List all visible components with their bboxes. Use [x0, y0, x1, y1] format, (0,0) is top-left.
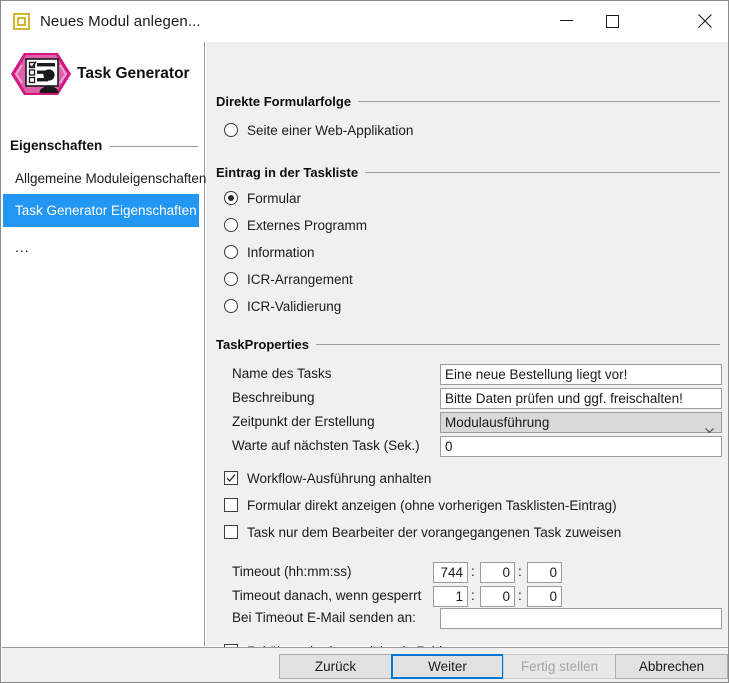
timeout-row: Timeout (hh:mm:ss) : :: [224, 562, 716, 583]
timeout-label: Timeout (hh:mm:ss): [232, 564, 352, 579]
field-row-name-des-tasks: Name des Tasks: [224, 364, 716, 385]
radio-externes-programm[interactable]: Externes Programm: [224, 215, 367, 235]
checkbox-icon-checked: [224, 471, 238, 485]
radio-icr-validierung[interactable]: ICR-Validierung: [224, 296, 341, 316]
timeout-separator: :: [471, 564, 475, 579]
group-taskproperties-header: TaskProperties: [216, 335, 720, 353]
group-eintrag-in-der-taskliste-header: Eintrag in der Taskliste: [216, 163, 720, 181]
cancel-button[interactable]: Abbrechen: [615, 654, 728, 679]
checkbox-label: Formular direkt anzeigen (ohne vorherige…: [247, 498, 617, 513]
field-row-beschreibung: Beschreibung: [224, 388, 716, 409]
radio-icon: [224, 299, 238, 313]
sidebar-item-more[interactable]: ...: [3, 230, 199, 263]
sidebar-item-allgemeine-moduleigenschaften[interactable]: Allgemeine Moduleigenschaften: [3, 162, 199, 195]
timeout-hours-input[interactable]: [433, 562, 468, 583]
field-row-warte-auf-naechsten-task: Warte auf nächsten Task (Sek.): [224, 436, 716, 457]
sidebar-item-label: Allgemeine Moduleigenschaften: [15, 171, 206, 186]
brand: Task Generator: [10, 49, 190, 99]
field-row-timeout-email: Bei Timeout E-Mail senden an:: [224, 608, 716, 629]
timeout-locked-hours-input[interactable]: [433, 586, 468, 607]
sidebar-section-heading: Eigenschaften: [10, 135, 198, 155]
sidebar-item-label: Task Generator Eigenschaften: [15, 203, 197, 218]
radio-label: Formular: [247, 191, 301, 206]
beschreibung-input[interactable]: [440, 388, 722, 409]
close-button[interactable]: [681, 1, 728, 41]
radio-seite-einer-web-applikation[interactable]: Seite einer Web-Applikation: [224, 120, 413, 140]
timeout-seconds-input[interactable]: [527, 562, 562, 583]
finish-button: Fertig stellen: [503, 654, 616, 679]
checkbox-workflow-ausfuehrung-anhalten[interactable]: Workflow-Ausführung anhalten: [224, 468, 431, 488]
next-button[interactable]: Weiter: [391, 654, 504, 679]
group-title: TaskProperties: [216, 337, 309, 352]
group-rule: [365, 172, 720, 173]
radio-icon: [224, 245, 238, 259]
field-label: Zeitpunkt der Erstellung: [232, 414, 375, 429]
button-label: Abbrechen: [639, 659, 704, 674]
sidebar-item-task-generator-eigenschaften[interactable]: Task Generator Eigenschaften: [3, 194, 199, 227]
radio-label: Externes Programm: [247, 218, 367, 233]
timeout-email-input[interactable]: [440, 608, 722, 629]
radio-icon: [224, 123, 238, 137]
button-label: Fertig stellen: [521, 659, 598, 674]
radio-icr-arrangement[interactable]: ICR-Arrangement: [224, 269, 353, 289]
field-row-zeitpunkt-der-erstellung: Zeitpunkt der Erstellung Modulausführung: [224, 412, 716, 433]
timeout-separator: :: [471, 588, 475, 603]
field-label: Bei Timeout E-Mail senden an:: [232, 610, 416, 625]
zeitpunkt-der-erstellung-select[interactable]: Modulausführung: [440, 412, 722, 433]
checkbox-label: Task nur dem Bearbeiter der vorangegange…: [247, 525, 621, 540]
field-label: Warte auf nächsten Task (Sek.): [232, 438, 420, 453]
brand-title: Task Generator: [77, 65, 190, 83]
radio-icon: [224, 272, 238, 286]
group-direkte-formularfolge-header: Direkte Formularfolge: [216, 92, 720, 110]
radio-label: Seite einer Web-Applikation: [247, 123, 413, 138]
radio-icon-selected: [224, 191, 238, 205]
minimize-button[interactable]: [543, 1, 589, 41]
timeout-locked-seconds-input[interactable]: [527, 586, 562, 607]
content-panel: Direkte Formularfolge Seite einer Web-Ap…: [206, 42, 728, 646]
radio-label: Information: [247, 245, 315, 260]
sidebar-heading-rule: [110, 146, 198, 147]
group-rule: [358, 101, 720, 102]
radio-information[interactable]: Information: [224, 242, 315, 262]
timeout-separator: :: [518, 564, 522, 579]
maximize-button[interactable]: [589, 1, 635, 41]
name-des-tasks-input[interactable]: [440, 364, 722, 385]
checkbox-icon: [224, 498, 238, 512]
button-label: Weiter: [428, 659, 467, 674]
button-label: Zurück: [315, 659, 356, 674]
chevron-down-icon: [705, 419, 714, 424]
timeout-locked-minutes-input[interactable]: [480, 586, 515, 607]
module-icon: [13, 13, 30, 30]
group-rule: [316, 344, 720, 345]
radio-formular[interactable]: Formular: [224, 188, 301, 208]
footer-bar: Zurück Weiter Fertig stellen Abbrechen: [2, 647, 729, 683]
select-value: Modulausführung: [445, 413, 549, 432]
timeout-locked-label: Timeout danach, wenn gesperrt: [232, 588, 421, 603]
window-title: Neues Modul anlegen...: [40, 13, 201, 30]
timeout-locked-row: Timeout danach, wenn gesperrt : :: [224, 586, 716, 607]
radio-label: ICR-Validierung: [247, 299, 341, 314]
dialog-window: Neues Modul anlegen...: [0, 0, 729, 683]
timeout-separator: :: [518, 588, 522, 603]
checkbox-icon: [224, 525, 238, 539]
warte-auf-naechsten-task-input[interactable]: [440, 436, 722, 457]
group-title: Eintrag in der Taskliste: [216, 165, 358, 180]
sidebar-section-label: Eigenschaften: [10, 138, 102, 153]
timeout-minutes-input[interactable]: [480, 562, 515, 583]
checkbox-task-nur-dem-bearbeiter-zuweisen[interactable]: Task nur dem Bearbeiter der vorangegange…: [224, 522, 621, 542]
radio-label: ICR-Arrangement: [247, 272, 353, 287]
sidebar: Task Generator Eigenschaften Allgemeine …: [2, 42, 205, 646]
sidebar-item-label: ...: [15, 239, 30, 255]
field-label: Name des Tasks: [232, 366, 332, 381]
back-button[interactable]: Zurück: [279, 654, 392, 679]
radio-icon: [224, 218, 238, 232]
checkbox-label: Workflow-Ausführung anhalten: [247, 471, 431, 486]
checkbox-formular-direkt-anzeigen[interactable]: Formular direkt anzeigen (ohne vorherige…: [224, 495, 617, 515]
group-title: Direkte Formularfolge: [216, 94, 351, 109]
field-label: Beschreibung: [232, 390, 315, 405]
task-generator-logo: [10, 49, 72, 99]
